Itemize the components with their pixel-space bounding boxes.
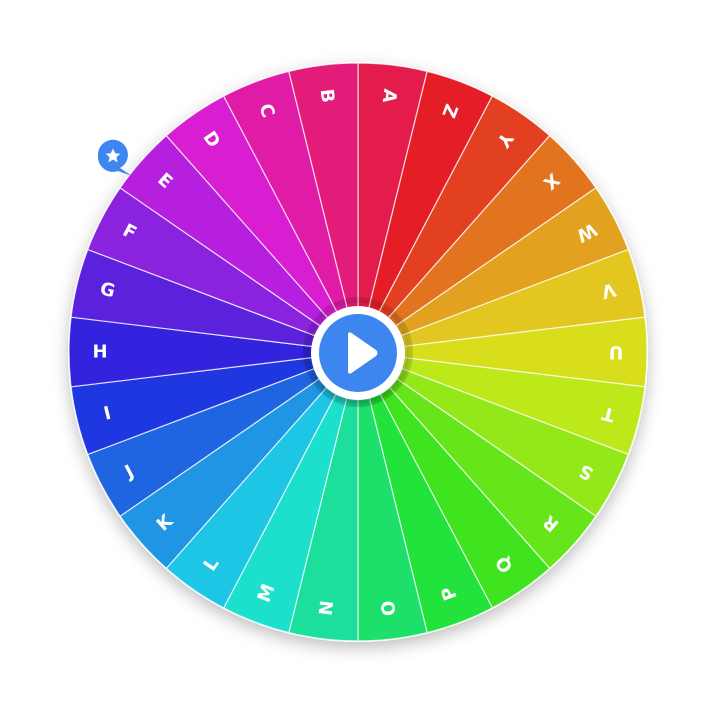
wheel-label-h: H [92, 342, 107, 363]
wheel-label-a: A [378, 88, 401, 104]
play-icon [348, 332, 378, 374]
spin-button[interactable] [311, 306, 405, 400]
wheel-label-o: O [378, 599, 401, 617]
star-pin-icon[interactable] [94, 138, 134, 178]
wheel-stage: AZYXWVUTSRQPONMLKJIHGFEDCB [0, 0, 720, 720]
wheel-label-b: B [316, 88, 339, 104]
wheel-label-u: U [609, 342, 624, 363]
wheel-label-n: N [316, 599, 339, 616]
